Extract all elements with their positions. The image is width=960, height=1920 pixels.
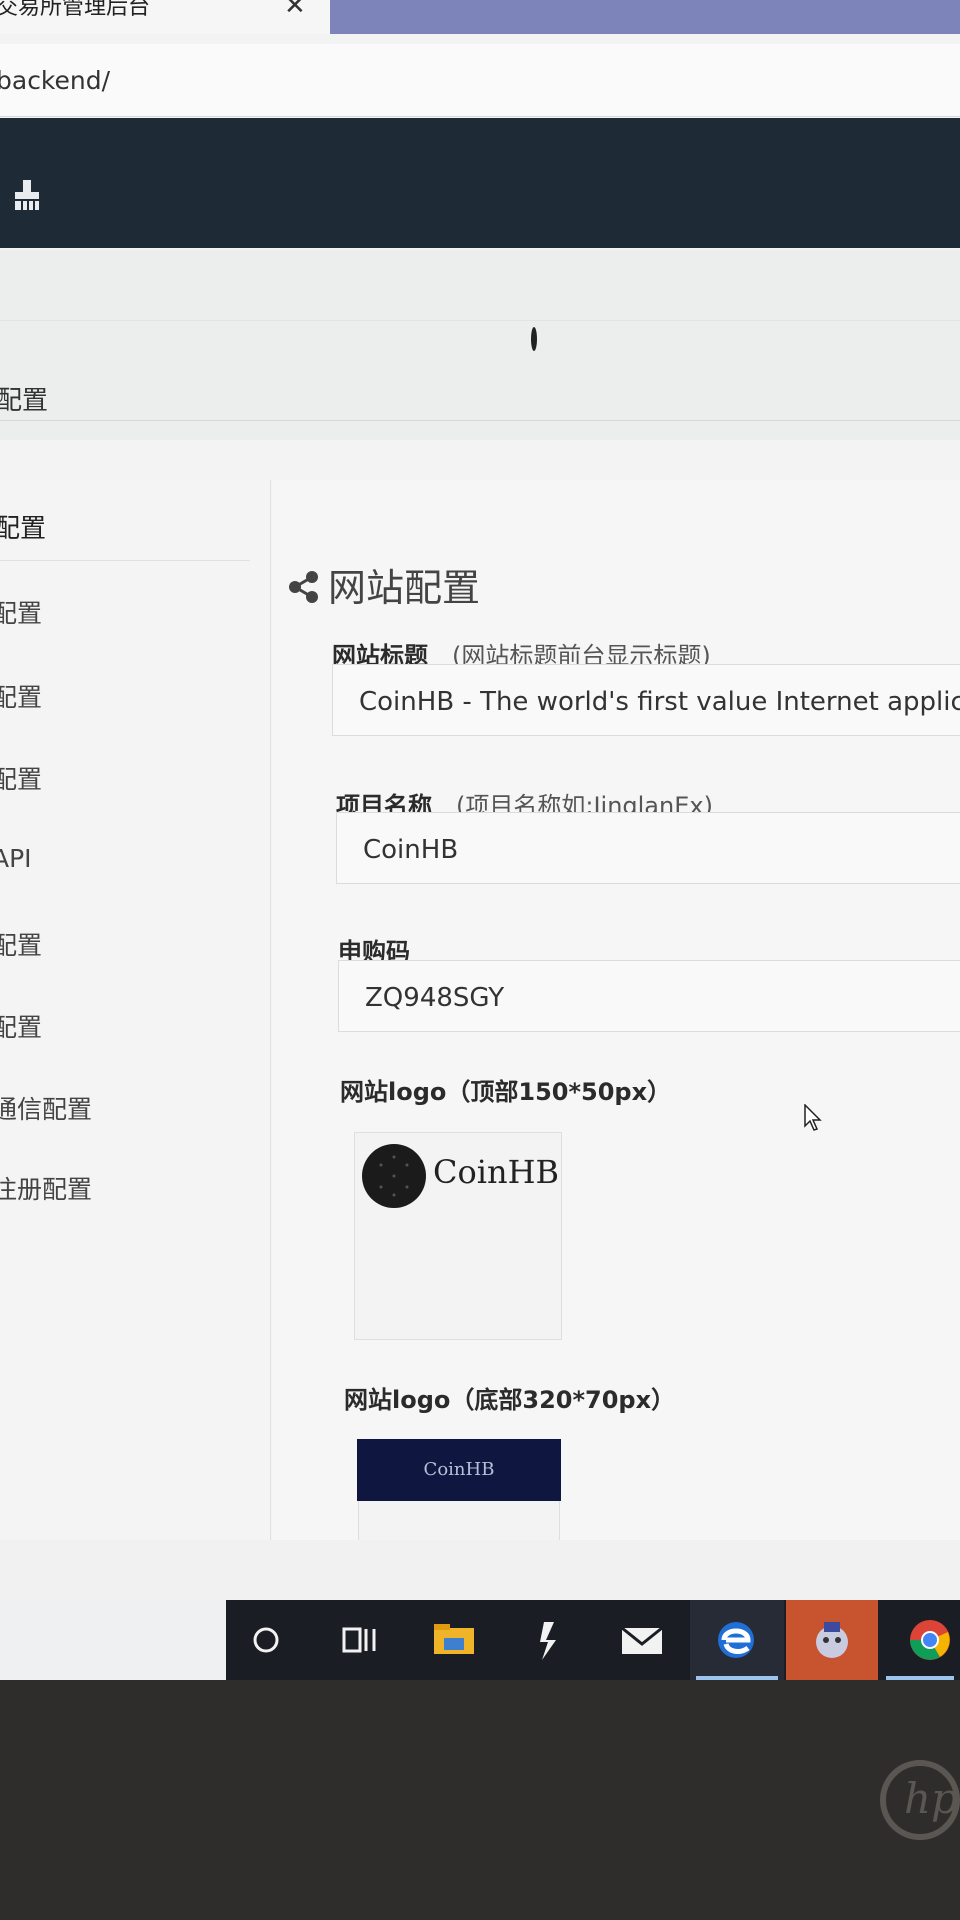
insect-on-screen [531,327,537,351]
sidebar-item[interactable]: 配置 [0,678,42,714]
mail-icon[interactable] [616,1614,668,1666]
game-icon[interactable] [806,1614,858,1666]
chrome-taskbar-slot[interactable] [880,1600,960,1680]
sidebar-item[interactable]: 配置 [0,926,42,962]
field-label: 网站logo（顶部150*50px） [340,1078,672,1106]
section-title: 网站配置 [286,557,480,612]
app-icon[interactable] [522,1614,574,1666]
coin-logo-icon [362,1144,426,1208]
logo-bottom-label: 网站logo（底部320*70px） [344,1380,675,1415]
chrome-icon[interactable] [904,1614,956,1666]
project-name-input[interactable]: CoinHB [336,812,960,884]
divider [0,560,250,561]
field-label: 网站logo（底部320*70px） [344,1386,676,1414]
site-title-input[interactable]: CoinHB - The world's first value Interne… [332,664,960,736]
file-explorer-icon[interactable] [428,1614,480,1666]
sidebar-item[interactable]: 配置 [0,594,42,630]
address-bar[interactable]: backend/ [0,44,960,117]
sidebar-header: 配置 [0,514,47,544]
browser-tab-inactive[interactable] [330,0,960,34]
subscription-code-input[interactable]: ZQ948SGY [338,960,960,1032]
tab-close-icon[interactable]: ✕ [284,0,306,19]
sidebar-item[interactable]: 配置 [0,1008,42,1044]
sidebar-item-register[interactable]: 注册配置 [0,1170,92,1206]
divider [0,320,960,321]
task-view-icon[interactable] [334,1614,386,1666]
tab-title: 交易所管理后台 [0,0,151,20]
config-panel: 网站配置 网站标题 (网站标题前台显示标题) CoinHB - The world… [272,480,960,1542]
taskbar-search[interactable] [0,1600,226,1680]
logo-top-label: 网站logo（顶部150*50px） [340,1072,671,1107]
logo-top-upload[interactable]: CoinHB [354,1132,562,1340]
config-sidebar: 配置 配置 配置 配置 API 配置 配置 通信配置 注册配置 [0,480,271,1540]
logo-bottom-upload[interactable]: CoinHB [357,1439,561,1542]
mouse-cursor-icon [804,1104,822,1131]
logo-brand-text: CoinHB [433,1153,560,1191]
breadcrumb-area: 配置 [0,250,960,440]
brush-icon[interactable] [12,180,42,210]
monitor-bezel [0,1680,960,1920]
sidebar-item-comm[interactable]: 通信配置 [0,1090,92,1126]
share-icon [289,571,318,603]
logo-bottom-image: CoinHB [357,1439,561,1501]
sidebar-item-api[interactable]: API [0,844,32,873]
edge-taskbar-slot[interactable] [690,1600,784,1680]
breadcrumb[interactable]: 配置 [0,380,48,417]
app-header [0,118,960,248]
cortana-icon[interactable] [240,1614,292,1666]
monitor-screen: 交易所管理后台 ✕ backend/ 配置 配置 配置 配置 配置 API 配置… [0,0,960,1680]
url-text: backend/ [0,66,111,95]
hp-logo-icon: hp [880,1760,960,1840]
section-title-text: 网站配置 [328,566,481,610]
sidebar-item[interactable]: 配置 [0,760,42,796]
edge-icon[interactable] [710,1614,762,1666]
logo-brand-text: CoinHB [423,1459,495,1480]
page-footer [0,1540,960,1600]
browser-tab[interactable]: 交易所管理后台 ✕ [0,0,330,34]
game-taskbar-slot[interactable] [786,1600,878,1680]
windows-taskbar [0,1600,960,1680]
browser-tab-strip: 交易所管理后台 ✕ [0,0,960,34]
divider [0,420,960,421]
